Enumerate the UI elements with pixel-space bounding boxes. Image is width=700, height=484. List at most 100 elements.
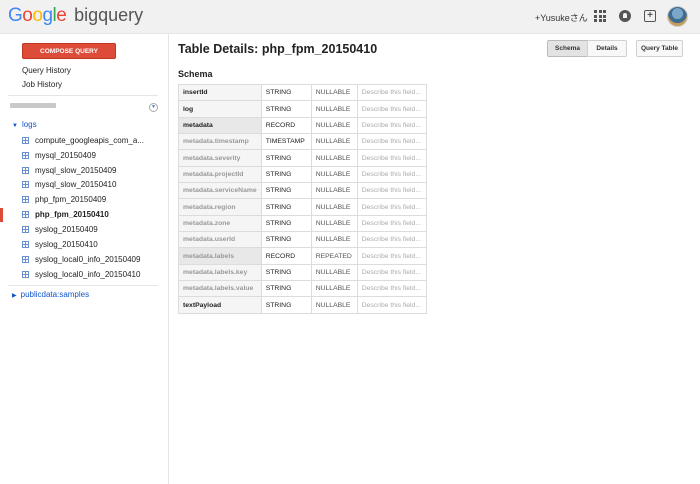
field-type: STRING: [260, 263, 312, 282]
field-type: STRING: [260, 149, 312, 167]
schema-row: insertId STRING NULLABLE Describe this fiel…: [178, 83, 427, 102]
table-icon: [22, 152, 29, 159]
field-name: metadata.labels.key: [178, 263, 262, 282]
table-item[interactable]: syslog_20150410: [22, 240, 98, 249]
table-icon: [22, 256, 29, 263]
schema-row: metadata.serviceName STRING NULLABLE Descri…: [178, 182, 427, 200]
schema-row: metadata.timestamp TIMESTAMP NULLABLE Descr…: [178, 133, 427, 151]
table-icon: [22, 167, 29, 174]
avatar[interactable]: [667, 6, 688, 27]
field-desc-input[interactable]: Describe this field...: [356, 182, 427, 200]
field-type: RECORD: [260, 116, 312, 135]
field-name: metadata.timestamp: [178, 133, 262, 151]
schema-row: metadata.labels RECORD REPEATED Describe th…: [178, 247, 427, 265]
field-type: STRING: [260, 214, 312, 233]
field-type: STRING: [260, 280, 312, 298]
table-icon: [22, 211, 29, 218]
project-menu-chevron-icon[interactable]: ▼: [149, 103, 158, 112]
table-item-selected[interactable]: php_fpm_20150410: [22, 210, 109, 219]
share-plus-icon[interactable]: +: [644, 10, 656, 22]
schema-row: textPayload STRING NULLABLE Describe this f…: [178, 296, 427, 314]
field-type: STRING: [260, 83, 312, 102]
field-desc-input[interactable]: Describe this field...: [356, 149, 427, 167]
field-desc-input[interactable]: Describe this field...: [356, 116, 427, 135]
schema-row: metadata.severity STRING NULLABLE Describe …: [178, 149, 427, 167]
expand-triangle-icon[interactable]: ▼: [12, 123, 18, 129]
table-icon: [22, 271, 29, 278]
job-history-link[interactable]: Job History: [22, 80, 62, 89]
field-mode: NULLABLE: [310, 296, 358, 314]
field-desc-input[interactable]: Describe this field...: [356, 83, 427, 102]
table-icon: [22, 226, 29, 233]
compose-query-button[interactable]: COMPOSE QUERY: [22, 43, 116, 59]
table-item[interactable]: php_fpm_20150409: [22, 195, 106, 204]
field-desc-input[interactable]: Describe this field...: [356, 231, 427, 249]
field-type: STRING: [260, 296, 312, 314]
tab-details[interactable]: Details: [587, 40, 627, 57]
table-item[interactable]: syslog_20150409: [22, 225, 98, 234]
field-name: metadata.region: [178, 198, 262, 216]
field-desc-input[interactable]: Describe this field...: [356, 280, 427, 298]
project-name-redacted[interactable]: [10, 103, 56, 108]
table-item[interactable]: mysql_slow_20150409: [22, 166, 116, 175]
table-icon: [22, 181, 29, 188]
table-item[interactable]: mysql_20150409: [22, 151, 96, 160]
bigquery-logo[interactable]: Google bigquery: [8, 5, 143, 27]
field-desc-input[interactable]: Describe this field...: [356, 296, 427, 314]
field-mode: NULLABLE: [310, 133, 358, 151]
product-name: bigquery: [74, 5, 144, 25]
user-link[interactable]: +Yusukeさん: [535, 11, 588, 24]
dataset-publicdata-samples[interactable]: ▶ publicdata:samples: [12, 290, 89, 299]
field-desc-input[interactable]: Describe this field...: [356, 165, 427, 184]
field-mode: NULLABLE: [310, 182, 358, 200]
section-heading: Schema: [178, 69, 213, 79]
field-desc-input[interactable]: Describe this field...: [356, 100, 427, 118]
table-icon: [22, 137, 29, 144]
table-icon: [22, 241, 29, 248]
divider: [8, 95, 158, 96]
field-desc-input[interactable]: Describe this field...: [356, 247, 427, 265]
table-item[interactable]: syslog_local0_info_20150410: [22, 270, 140, 279]
field-mode: REPEATED: [310, 247, 358, 265]
schema-row: metadata.labels.value STRING NULLABLE Descr…: [178, 280, 427, 298]
field-type: STRING: [260, 182, 312, 200]
selected-indicator: [0, 208, 3, 222]
collapse-triangle-icon[interactable]: ▶: [12, 292, 17, 299]
field-type: STRING: [260, 198, 312, 216]
query-history-link[interactable]: Query History: [22, 66, 71, 75]
field-name: metadata.zone: [178, 214, 262, 233]
schema-row: metadata.projectId STRING NULLABLE Describe…: [178, 165, 427, 184]
field-mode: NULLABLE: [310, 149, 358, 167]
field-name: metadata.userId: [178, 231, 262, 249]
notifications-icon[interactable]: [619, 10, 631, 22]
query-table-button[interactable]: Query Table: [636, 40, 683, 57]
field-name: textPayload: [178, 296, 262, 314]
table-item[interactable]: compute_googleapis_com_a...: [22, 136, 144, 145]
divider: [8, 285, 158, 286]
top-bar: Google bigquery +Yusukeさん +: [0, 0, 700, 34]
field-desc-input[interactable]: Describe this field...: [356, 214, 427, 233]
apps-grid-icon[interactable]: [594, 10, 606, 22]
field-desc-input[interactable]: Describe this field...: [356, 263, 427, 282]
tab-schema[interactable]: Schema: [547, 40, 588, 57]
schema-row: log STRING NULLABLE Describe this field...: [178, 100, 427, 118]
field-name: metadata: [178, 116, 262, 135]
field-mode: NULLABLE: [310, 263, 358, 282]
dataset-logs[interactable]: ▼ logs: [12, 120, 37, 129]
field-type: STRING: [260, 165, 312, 184]
table-item[interactable]: mysql_slow_20150410: [22, 180, 116, 189]
schema-row: metadata.labels.key STRING NULLABLE Describ…: [178, 263, 427, 282]
field-desc-input[interactable]: Describe this field...: [356, 133, 427, 151]
table-item[interactable]: syslog_local0_info_20150409: [22, 255, 140, 264]
field-mode: NULLABLE: [310, 214, 358, 233]
field-name: metadata.labels.value: [178, 280, 262, 298]
field-name: insertId: [178, 83, 262, 102]
field-type: STRING: [260, 231, 312, 249]
sidebar: COMPOSE QUERY Query History Job History …: [0, 34, 169, 484]
schema-row: metadata RECORD NULLABLE Describe this fiel…: [178, 116, 427, 135]
field-mode: NULLABLE: [310, 100, 358, 118]
field-name: log: [178, 100, 262, 118]
table-icon: [22, 196, 29, 203]
schema-row: metadata.zone STRING NULLABLE Describe this…: [178, 214, 427, 233]
field-desc-input[interactable]: Describe this field...: [356, 198, 427, 216]
